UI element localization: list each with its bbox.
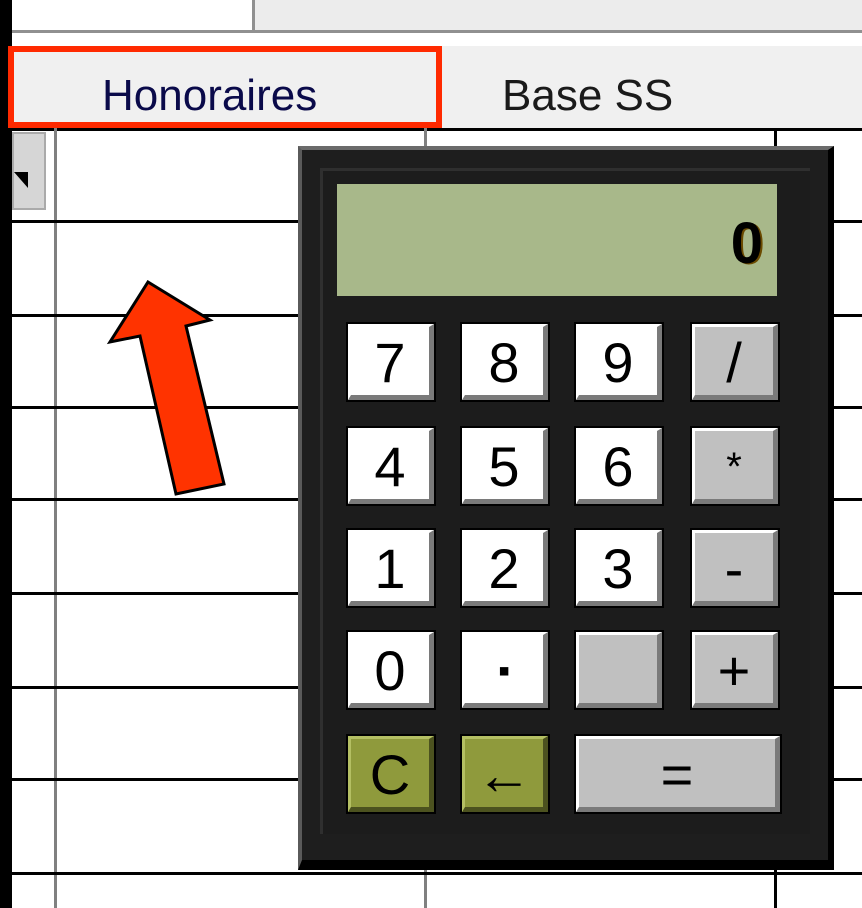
key-clear[interactable]: C [346,734,436,814]
key-blank[interactable] [574,630,664,710]
left-border [0,0,12,908]
grid-line [54,128,57,908]
grid-line [12,872,862,875]
key-6[interactable]: 6 [574,426,664,506]
key-plus[interactable]: + [690,630,780,710]
key-7[interactable]: 7 [346,322,436,402]
highlight-annotation [8,46,442,128]
key-2[interactable]: 2 [460,528,550,608]
key-1[interactable]: 1 [346,528,436,608]
key-multiply[interactable]: * [690,426,780,506]
name-box[interactable] [12,0,255,33]
key-5[interactable]: 5 [460,426,550,506]
key-divide[interactable]: / [690,322,780,402]
calculator-display: 0 [337,184,777,296]
key-minus[interactable]: - [690,528,780,608]
chevron-down-icon [14,172,28,188]
key-backspace[interactable]: ← [460,734,550,814]
arrow-annotation-icon [106,280,226,496]
column-header-base-ss[interactable]: Base SS [502,46,673,128]
key-0[interactable]: 0 [346,630,436,710]
key-decimal[interactable]: ▪ [460,630,550,710]
formula-bar[interactable] [255,0,862,33]
key-9[interactable]: 9 [574,322,664,402]
dropdown-button[interactable] [12,132,46,210]
key-equals[interactable]: = [574,734,782,814]
key-8[interactable]: 8 [460,322,550,402]
key-4[interactable]: 4 [346,426,436,506]
key-3[interactable]: 3 [574,528,664,608]
